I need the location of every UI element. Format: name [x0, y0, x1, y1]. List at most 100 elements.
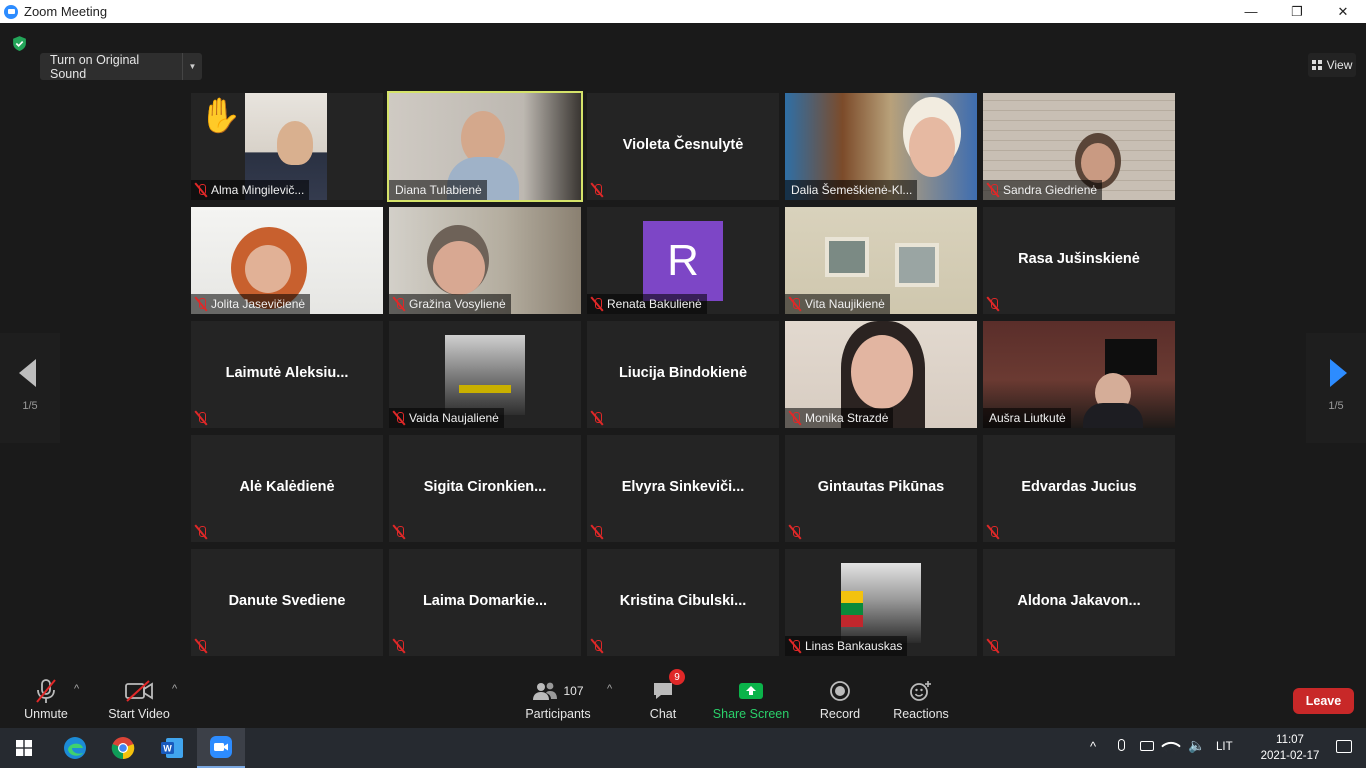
record-button[interactable]: Record: [818, 675, 862, 723]
system-tray: ^ 🔈 LIT 11:07 2021-02-17: [1076, 728, 1366, 768]
security-shield-icon[interactable]: [11, 35, 28, 52]
mic-muted-icon: [191, 408, 211, 428]
participants-count: 107: [563, 684, 584, 698]
minimize-button[interactable]: —: [1228, 0, 1274, 23]
system-clock[interactable]: 11:07 2021-02-17: [1260, 732, 1320, 764]
start-video-label: Start Video: [108, 707, 170, 721]
video-person: [909, 117, 955, 177]
participants-button[interactable]: 107 Participants: [524, 675, 592, 723]
clock-time: 11:07: [1276, 734, 1304, 746]
next-page-button[interactable]: 1/5: [1306, 333, 1366, 443]
reactions-label: Reactions: [893, 707, 949, 721]
participant-tile[interactable]: Jolita Jasevičienė: [191, 207, 383, 314]
participant-tile[interactable]: Gražina Vosylienė: [389, 207, 581, 314]
chat-button[interactable]: 9 Chat: [644, 669, 685, 723]
word-icon: W: [161, 738, 183, 758]
mic-muted-icon: [785, 522, 805, 542]
meeting-stage: Turn on Original Sound ▼ View 1/5 1/5 ✋ …: [0, 23, 1366, 669]
window-titlebar: Zoom Meeting — ❐ ✕: [0, 0, 1366, 23]
participant-tile[interactable]: Danute Svediene: [191, 549, 383, 656]
participant-tile[interactable]: Elvyra Sinkeviči...: [587, 435, 779, 542]
input-language[interactable]: LIT: [1216, 741, 1233, 753]
video-person: [1083, 403, 1143, 428]
participant-display-name: Liucija Bindokienė: [618, 365, 748, 381]
previous-page-button[interactable]: 1/5: [0, 333, 60, 443]
restore-button[interactable]: ❐: [1274, 0, 1320, 23]
participant-tile[interactable]: Vaida Naujalienė: [389, 321, 581, 428]
arrow-right-icon: [1330, 359, 1347, 387]
profile-picture: [445, 335, 525, 415]
participant-name: Aušra Liutkutė: [989, 411, 1066, 425]
participants-options-caret-icon[interactable]: ^: [607, 683, 612, 695]
participant-tile[interactable]: R Renata Bakulienė: [587, 207, 779, 314]
mic-muted-icon: [983, 522, 1003, 542]
raised-hand-icon: ✋: [199, 97, 242, 135]
zoom-taskbar-button[interactable]: [197, 728, 245, 768]
participant-label: [587, 408, 612, 428]
participant-tile[interactable]: Laima Domarkie...: [389, 549, 581, 656]
participant-tile[interactable]: Laimutė Aleksiu...: [191, 321, 383, 428]
participant-tile[interactable]: Gintautas Pikūnas: [785, 435, 977, 542]
reactions-button[interactable]: Reactions: [893, 675, 949, 723]
participant-label: [389, 636, 414, 656]
start-button[interactable]: [0, 728, 48, 768]
participant-name: Monika Strazdė: [805, 411, 889, 425]
participant-tile[interactable]: Linas Bankauskas: [785, 549, 977, 656]
participant-display-name: Laimutė Aleksiu...: [225, 365, 349, 381]
participant-display-name: Gintautas Pikūnas: [817, 479, 945, 495]
mic-muted-icon: [587, 636, 607, 656]
participant-tile[interactable]: Violeta Česnulytė: [587, 93, 779, 200]
participant-name: Sandra Giedrienė: [1003, 183, 1098, 197]
participant-name: Diana Tulabienė: [395, 183, 482, 197]
chrome-taskbar-button[interactable]: [99, 728, 147, 768]
keyboard-icon[interactable]: [1140, 741, 1154, 751]
mic-muted-icon: [389, 294, 409, 314]
unmute-label: Unmute: [24, 707, 68, 721]
video-options-caret-icon[interactable]: ^: [172, 683, 177, 695]
share-screen-icon: [738, 677, 764, 705]
share-screen-button[interactable]: Share Screen: [713, 675, 789, 723]
participant-tile[interactable]: Monika Strazdė: [785, 321, 977, 428]
start-video-button[interactable]: Start Video: [108, 675, 170, 723]
participant-tile[interactable]: Aušra Liutkutė: [983, 321, 1175, 428]
notifications-icon[interactable]: [1336, 740, 1352, 753]
microphone-icon[interactable]: [1118, 739, 1125, 751]
participant-name: Vaida Naujalienė: [409, 411, 499, 425]
participant-tile[interactable]: Alė Kalėdienė: [191, 435, 383, 542]
close-button[interactable]: ✕: [1320, 0, 1366, 23]
page-indicator-left: 1/5: [22, 400, 38, 412]
participant-display-name: Aldona Jakavon...: [1017, 593, 1141, 609]
participant-tile[interactable]: Vita Naujikienė: [785, 207, 977, 314]
tv-screen: [1105, 339, 1157, 375]
word-taskbar-button[interactable]: W: [148, 728, 196, 768]
volume-icon[interactable]: 🔈: [1188, 737, 1205, 754]
original-sound-button[interactable]: Turn on Original Sound ▼: [40, 53, 202, 81]
participant-display-name: Rasa Jušinskienė: [1018, 251, 1140, 267]
participant-tile[interactable]: Kristina Cibulski...: [587, 549, 779, 656]
participant-tile[interactable]: Sandra Giedrienė: [983, 93, 1175, 200]
participant-tile[interactable]: Rasa Jušinskienė: [983, 207, 1175, 314]
wall-picture: [895, 243, 939, 287]
window-controls: — ❐ ✕: [1228, 0, 1366, 23]
participant-tile[interactable]: Aldona Jakavon...: [983, 549, 1175, 656]
audio-options-caret-icon[interactable]: ^: [74, 683, 79, 695]
unmute-button[interactable]: Unmute: [22, 675, 70, 723]
mic-muted-icon: [191, 522, 211, 542]
participant-tile[interactable]: Sigita Cironkien...: [389, 435, 581, 542]
video-person: [1081, 143, 1115, 183]
participant-tile-active-speaker[interactable]: Diana Tulabienė: [387, 91, 583, 202]
mic-muted-icon: [32, 677, 60, 705]
record-icon: [829, 677, 851, 705]
chat-badge: 9: [669, 669, 685, 685]
chevron-down-icon[interactable]: ▼: [182, 53, 202, 80]
participant-tile[interactable]: ✋ Alma Mingilevič...: [191, 93, 383, 200]
participant-tile[interactable]: Dalia Šemeškienė-Kl...: [785, 93, 977, 200]
view-button[interactable]: View: [1308, 53, 1356, 77]
edge-taskbar-button[interactable]: [51, 728, 99, 768]
participant-label: Alma Mingilevič...: [191, 180, 310, 200]
leave-button[interactable]: Leave: [1293, 688, 1354, 714]
chevron-up-icon[interactable]: ^: [1090, 739, 1096, 754]
participant-tile[interactable]: Edvardas Jucius: [983, 435, 1175, 542]
participant-tile[interactable]: Liucija Bindokienė: [587, 321, 779, 428]
wifi-icon[interactable]: [1161, 736, 1181, 756]
